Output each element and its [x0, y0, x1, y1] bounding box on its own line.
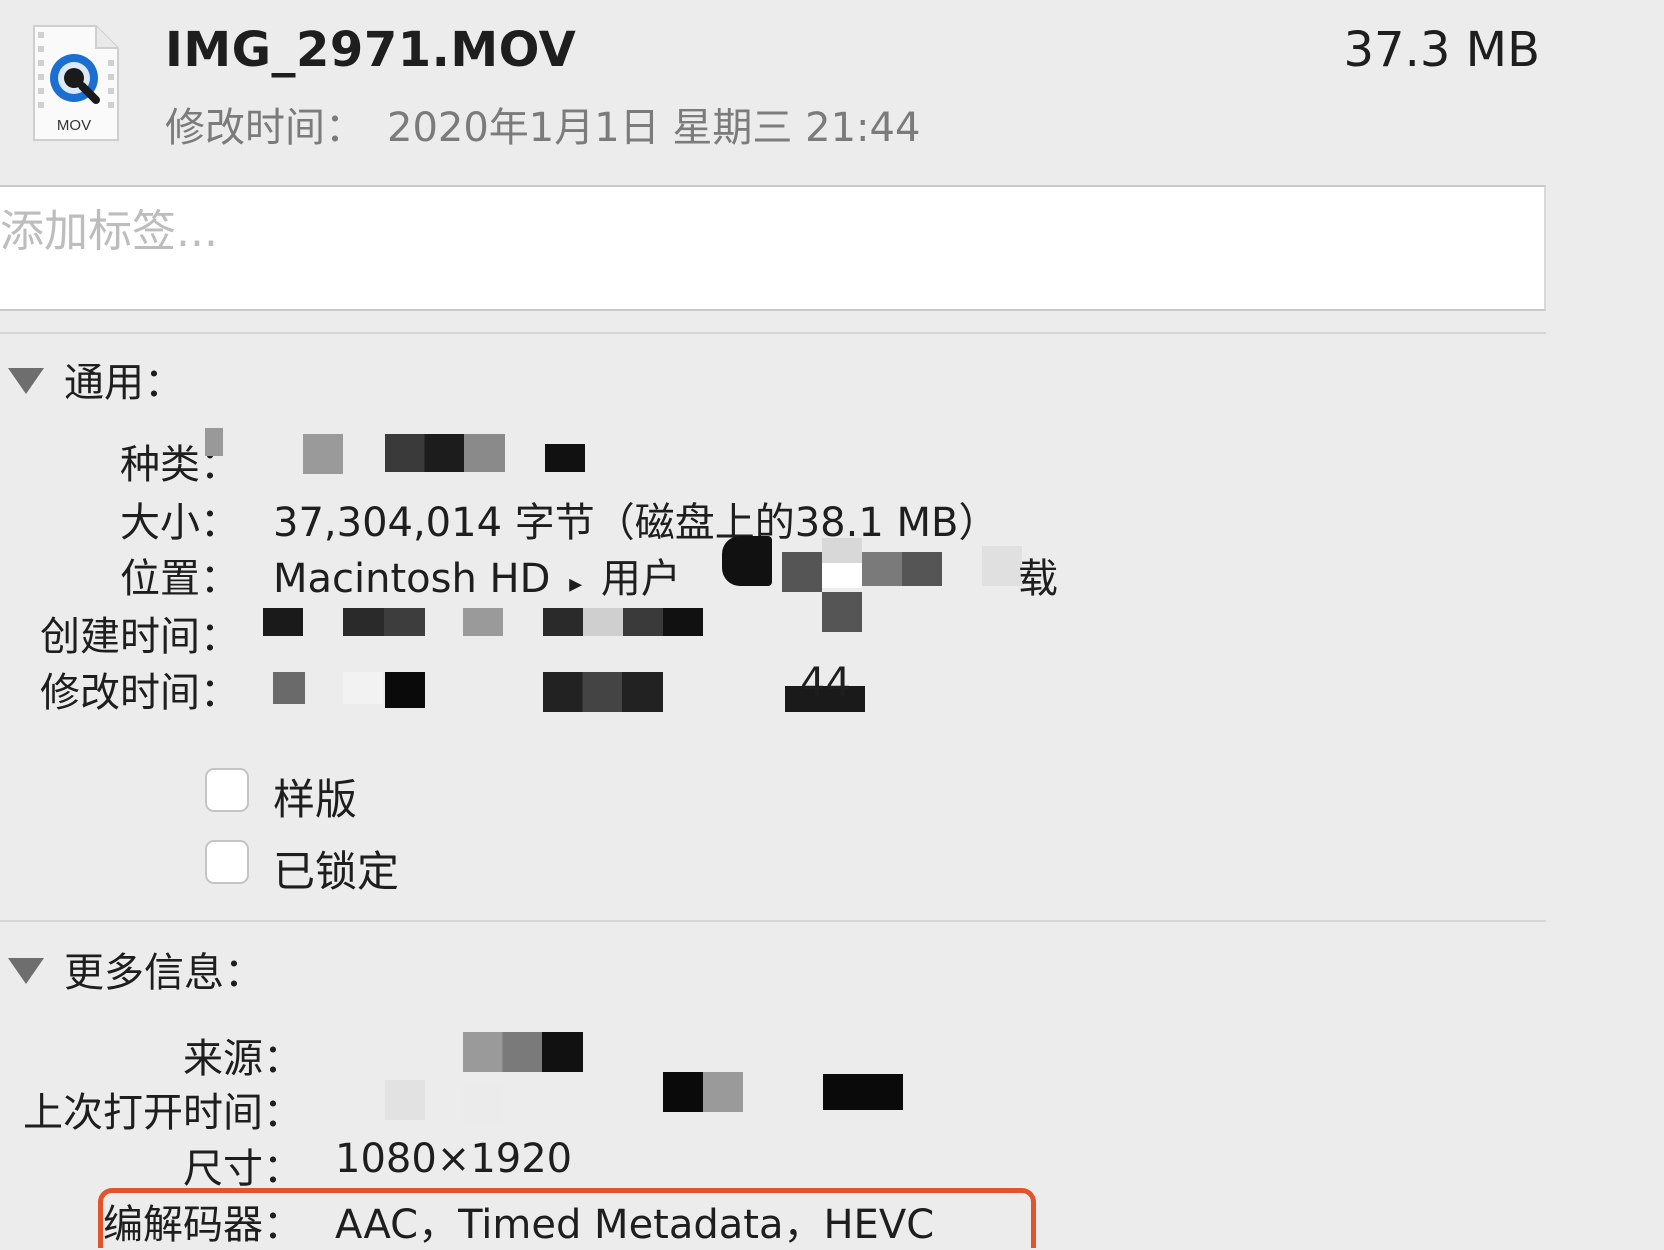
stationery-checkbox[interactable]	[205, 768, 249, 812]
redaction-block	[543, 608, 703, 636]
redaction-block	[385, 1080, 425, 1120]
dimensions-row: 尺寸： 1080×1920	[0, 1136, 1546, 1192]
dimensions-value: 1080×1920	[335, 1136, 573, 1182]
divider	[0, 332, 1546, 334]
modified-label: 修改时间：	[40, 670, 240, 716]
redaction-block	[862, 552, 902, 586]
stationery-label: 样版	[273, 775, 358, 824]
last-opened-label: 上次打开时间：	[23, 1090, 303, 1136]
source-label: 来源：	[183, 1036, 303, 1082]
redaction-block	[663, 1072, 743, 1112]
file-size: 37.3 MB	[1343, 22, 1540, 78]
redaction-block	[463, 1032, 583, 1072]
header-modified-label: 修改时间：	[165, 105, 365, 151]
redaction-block	[722, 536, 772, 586]
redaction-block	[463, 608, 503, 636]
disclosure-triangle-icon[interactable]	[8, 368, 44, 394]
codecs-highlight-box	[98, 1188, 1036, 1248]
redaction-block	[822, 538, 862, 588]
redaction-block	[205, 428, 223, 456]
location-label: 位置：	[120, 556, 240, 602]
size-label: 大小：	[120, 500, 240, 546]
modified-value-tail: 44	[800, 660, 851, 706]
header-modified: 修改时间： 2020年1月1日 星期三 21:44	[165, 95, 942, 153]
redaction-block	[273, 672, 305, 704]
redaction-block	[782, 552, 822, 592]
redaction-block	[982, 546, 1022, 586]
dimensions-label: 尺寸：	[183, 1146, 303, 1192]
modified-row: 修改时间： 44	[0, 660, 1546, 716]
disclosure-triangle-icon[interactable]	[8, 958, 44, 984]
redaction-block	[343, 672, 383, 704]
redaction-block	[902, 552, 942, 586]
redaction-block	[545, 444, 585, 472]
last-opened-row: 上次打开时间：	[0, 1072, 1546, 1136]
svg-text:MOV: MOV	[57, 117, 91, 134]
location-value: Macintosh HD ▸ 用户	[273, 546, 681, 604]
redaction-block	[343, 608, 425, 636]
locked-checkbox[interactable]	[205, 840, 249, 884]
redaction-block	[823, 1074, 903, 1110]
redaction-block	[463, 1084, 503, 1124]
tags-placeholder: 添加标签...	[0, 206, 218, 257]
path-separator-icon: ▸	[569, 569, 583, 599]
redaction-block	[385, 672, 425, 708]
redaction-block	[263, 608, 303, 636]
locked-label: 已锁定	[273, 847, 400, 896]
more-info-section-header[interactable]: 更多信息：	[8, 940, 264, 998]
redaction-block	[543, 672, 663, 712]
divider	[0, 920, 1546, 922]
location-user: 用户	[600, 556, 681, 602]
tags-input[interactable]: 添加标签...	[0, 185, 1546, 311]
more-info-section-title: 更多信息：	[64, 950, 264, 996]
redaction-block	[303, 434, 343, 474]
location-folder-tail: 载	[1018, 556, 1058, 602]
location-row: 位置： Macintosh HD ▸ 用户 载	[0, 536, 1546, 632]
created-row: 创建时间：	[0, 604, 1546, 660]
quicktime-movie-file-icon: MOV	[30, 22, 122, 144]
source-row: 来源：	[0, 1026, 1546, 1082]
general-section-title: 通用：	[64, 360, 184, 406]
size-value: 37,304,014 字节（磁盘上的38.1 MB）	[273, 500, 999, 546]
location-volume: Macintosh HD	[273, 556, 551, 602]
general-section-header[interactable]: 通用：	[8, 350, 184, 408]
kind-row: 种类：	[0, 428, 1546, 488]
size-row: 大小： 37,304,014 字节（磁盘上的38.1 MB）	[0, 490, 1546, 546]
created-label: 创建时间：	[40, 614, 240, 660]
redaction-block	[385, 434, 505, 472]
file-name: IMG_2971.MOV	[165, 22, 577, 78]
header-modified-value: 2020年1月1日 星期三 21:44	[387, 105, 921, 151]
